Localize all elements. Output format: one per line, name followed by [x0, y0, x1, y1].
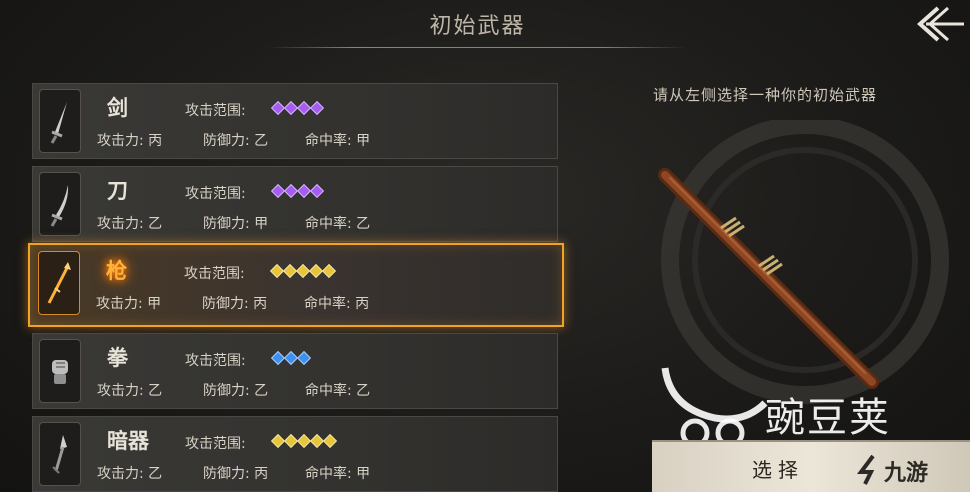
back-button[interactable]	[914, 4, 964, 44]
weapon-row-sword[interactable]: 剑 攻击范围: 攻击力: 丙 防御力: 乙 命中率: 甲	[32, 83, 558, 159]
defense-label: 防御力:	[203, 466, 250, 482]
defense-label: 防御力:	[203, 383, 250, 399]
range-label: 攻击范围:	[185, 353, 246, 369]
attack-value: 乙	[148, 383, 163, 399]
back-arrow-icon	[916, 6, 964, 42]
page-title: 初始武器	[429, 14, 526, 39]
attack-value: 乙	[148, 216, 163, 232]
weapon-row-fist[interactable]: 拳 攻击范围: 攻击力: 乙 防御力: 乙 命中率: 乙	[32, 333, 558, 409]
hit-label: 命中率:	[305, 466, 352, 482]
select-button-label: 选择	[752, 458, 804, 482]
dart-icon	[52, 435, 67, 474]
hit-label: 命中率:	[305, 133, 352, 149]
attack-label: 攻击力:	[97, 133, 144, 149]
hit-label: 命中率:	[304, 296, 351, 312]
defense-value: 乙	[254, 383, 269, 399]
weapon-name: 拳	[107, 346, 128, 370]
saber-icon	[50, 185, 69, 227]
range-label: 攻击范围:	[185, 186, 246, 202]
spear-icon	[47, 262, 71, 304]
weapon-row-saber[interactable]: 刀 攻击范围: 攻击力: 乙 防御力: 甲 命中率: 乙	[32, 166, 558, 242]
weapon-icon-frame	[39, 172, 81, 236]
range-gem	[309, 183, 325, 199]
defense-value: 丙	[253, 296, 268, 312]
weapon-icon-frame	[39, 339, 81, 403]
weapon-icon-frame	[39, 89, 81, 153]
defense-value: 甲	[254, 216, 269, 232]
wandoujia-text: 豌豆荚	[765, 395, 891, 441]
hit-value: 乙	[356, 383, 371, 399]
weapon-icon-frame	[39, 422, 81, 486]
weapon-name: 枪	[106, 259, 127, 283]
range-gem	[309, 100, 325, 116]
attack-label: 攻击力:	[96, 296, 143, 312]
range-gem	[321, 263, 337, 279]
defense-label: 防御力:	[202, 296, 249, 312]
defense-value: 丙	[254, 466, 269, 482]
hit-value: 甲	[356, 466, 371, 482]
hit-value: 甲	[356, 133, 371, 149]
defense-value: 乙	[254, 133, 269, 149]
range-gems	[270, 100, 325, 116]
fist-icon	[52, 360, 68, 384]
attack-label: 攻击力:	[97, 216, 144, 232]
sword-icon	[50, 102, 67, 144]
defense-label: 防御力:	[203, 216, 250, 232]
weapon-row-hidden-weapon[interactable]: 暗器 攻击范围: 攻击力: 乙 防御力: 丙 命中率: 甲	[32, 416, 558, 492]
hit-label: 命中率:	[305, 383, 352, 399]
jiuyou-logo-icon	[857, 454, 875, 485]
selection-hint: 请从左侧选择一种你的初始武器	[653, 86, 878, 104]
range-label: 攻击范围:	[184, 266, 245, 282]
hit-label: 命中率:	[305, 216, 352, 232]
range-label: 攻击范围:	[185, 103, 246, 119]
attack-label: 攻击力:	[97, 383, 144, 399]
weapon-icon-frame	[38, 251, 80, 315]
weapon-name: 剑	[107, 96, 128, 120]
watermark-logo-icon	[661, 367, 768, 448]
weapon-name: 暗器	[107, 429, 149, 453]
jiuyou-text: 九游	[884, 461, 929, 486]
attack-label: 攻击力:	[97, 466, 144, 482]
title-divider	[268, 47, 686, 48]
range-gems	[270, 350, 312, 366]
attack-value: 乙	[148, 466, 163, 482]
range-gems	[270, 433, 338, 449]
attack-value: 丙	[148, 133, 163, 149]
range-gem	[296, 350, 312, 366]
hit-value: 丙	[355, 296, 370, 312]
range-label: 攻击范围:	[185, 436, 246, 452]
hit-value: 乙	[356, 216, 371, 232]
attack-value: 甲	[147, 296, 162, 312]
weapon-name: 刀	[107, 179, 128, 203]
defense-label: 防御力:	[203, 133, 250, 149]
range-gems	[270, 183, 325, 199]
weapon-row-spear[interactable]: 枪 攻击范围: 攻击力: 甲 防御力: 丙 命中率: 丙	[28, 243, 564, 327]
range-gem	[322, 433, 338, 449]
range-gems	[269, 263, 337, 279]
